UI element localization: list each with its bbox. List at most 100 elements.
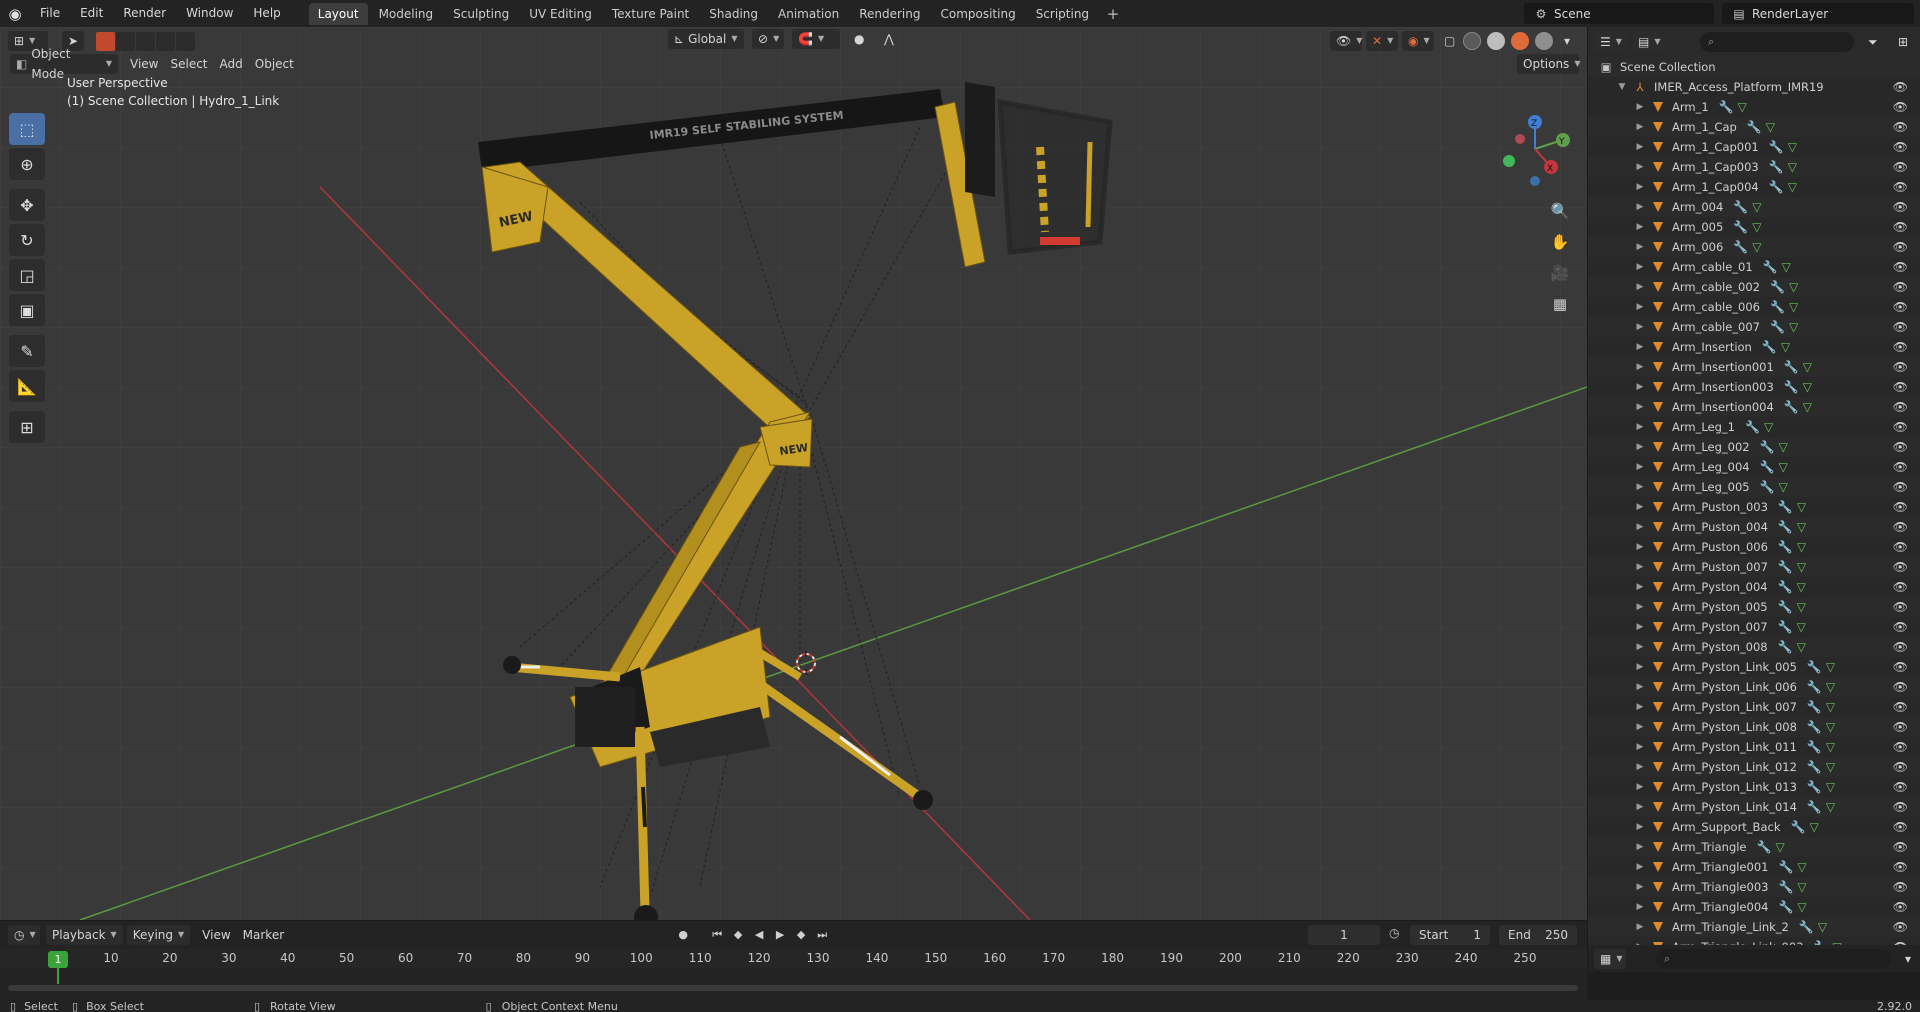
modifier-wrench-icon[interactable]: 🔧 [1807,680,1822,694]
modifier-wrench-icon[interactable]: 🔧 [1778,580,1793,594]
view-layer-selector[interactable]: ▤ RenderLayer [1722,3,1914,24]
mesh-data-icon[interactable]: ▽ [1826,800,1835,814]
modifier-wrench-icon[interactable]: 🔧 [1778,880,1793,894]
outliner-item[interactable]: ▶ Arm_Triangle001 🔧 ▽ 👁 [1588,857,1920,877]
modifier-wrench-icon[interactable]: 🔧 [1762,340,1777,354]
mesh-data-icon[interactable]: ▽ [1803,360,1812,374]
visibility-eye-icon[interactable]: 👁 [1893,400,1908,414]
frame-ruler[interactable]: 1102030405060708090100110120130140150160… [0,949,1587,984]
rotate-tool-icon[interactable]: ↻ [9,224,45,256]
modifier-wrench-icon[interactable]: 🔧 [1807,720,1822,734]
outliner-item[interactable]: ▶ Arm_Puston_004 🔧 ▽ 👁 [1588,517,1920,537]
visibility-eye-icon[interactable]: 👁 [1893,820,1908,834]
expand-icon[interactable]: ▶ [1634,782,1646,792]
visibility-eye-icon[interactable]: 👁 [1893,180,1908,194]
transform-tool-icon[interactable]: ▣ [9,294,45,326]
modifier-wrench-icon[interactable]: 🔧 [1799,920,1814,934]
visibility-eye-icon[interactable]: 👁 [1893,480,1908,494]
add-cube-tool-icon[interactable]: ⊞ [9,411,45,443]
tab-texture-paint[interactable]: Texture Paint [603,3,698,25]
expand-icon[interactable]: ▶ [1634,422,1646,432]
modifier-wrench-icon[interactable]: 🔧 [1778,500,1793,514]
mesh-data-icon[interactable]: ▽ [1752,240,1761,254]
modifier-wrench-icon[interactable]: 🔧 [1784,380,1799,394]
expand-icon[interactable]: ▶ [1634,102,1646,112]
visibility-eye-icon[interactable]: 👁 [1893,160,1908,174]
outliner-item[interactable]: ▶ Arm_Puston_007 🔧 ▽ 👁 [1588,557,1920,577]
visibility-eye-icon[interactable]: 👁 [1893,880,1908,894]
outliner-item[interactable]: ▶ Arm_cable_01 🔧 ▽ 👁 [1588,257,1920,277]
visibility-eye-icon[interactable]: 👁 [1893,600,1908,614]
expand-icon[interactable]: ▶ [1634,362,1646,372]
visibility-eye-icon[interactable]: 👁 [1893,840,1908,854]
mesh-data-icon[interactable]: ▽ [1775,840,1784,854]
modifier-wrench-icon[interactable]: 🔧 [1778,540,1793,554]
mesh-data-icon[interactable]: ▽ [1781,340,1790,354]
visibility-eye-icon[interactable]: 👁 [1893,280,1908,294]
mesh-data-icon[interactable]: ▽ [1788,160,1797,174]
mesh-data-icon[interactable]: ▽ [1797,860,1806,874]
expand-icon[interactable]: ▶ [1634,142,1646,152]
tab-layout[interactable]: Layout [308,2,368,25]
outliner-item[interactable]: ▶ Arm_Triangle003 🔧 ▽ 👁 [1588,877,1920,897]
modifier-wrench-icon[interactable]: 🔧 [1807,760,1822,774]
blender-logo-icon[interactable]: ◉ [0,0,30,27]
modifier-wrench-icon[interactable]: 🔧 [1807,700,1822,714]
visibility-eye-icon[interactable]: 👁 [1893,700,1908,714]
expand-icon[interactable]: ▶ [1634,662,1646,672]
gizmo-toggle-icon[interactable]: ✕ ▼ [1366,31,1398,51]
mesh-data-icon[interactable]: ▽ [1797,900,1806,914]
expand-icon[interactable]: ▶ [1634,222,1646,232]
mesh-data-icon[interactable]: ▽ [1826,760,1835,774]
modifier-wrench-icon[interactable]: 🔧 [1778,560,1793,574]
outliner-item[interactable]: ▶ Arm_Puston_006 🔧 ▽ 👁 [1588,537,1920,557]
mesh-data-icon[interactable]: ▽ [1826,740,1835,754]
outliner-item[interactable]: ▶ Arm_Support_Back 🔧 ▽ 👁 [1588,817,1920,837]
modifier-wrench-icon[interactable]: 🔧 [1760,460,1775,474]
mesh-data-icon[interactable]: ▽ [1797,540,1806,554]
add-workspace-icon[interactable]: + [1104,5,1122,23]
outliner-item[interactable]: ▶ Arm_Pyston_Link_007 🔧 ▽ 👁 [1588,697,1920,717]
visibility-eye-icon[interactable]: 👁 [1893,620,1908,634]
mesh-data-icon[interactable]: ▽ [1826,780,1835,794]
outliner-editor-icon[interactable]: ☰ ▼ [1594,32,1626,52]
mesh-data-icon[interactable]: ▽ [1764,420,1773,434]
visibility-eye-icon[interactable]: 👁 [1893,680,1908,694]
outliner-item[interactable]: ▶ Arm_Puston_003 🔧 ▽ 👁 [1588,497,1920,517]
expand-icon[interactable]: ▶ [1634,122,1646,132]
tab-modeling[interactable]: Modeling [370,3,443,25]
select-extend-icon[interactable] [116,31,135,51]
mesh-data-icon[interactable]: ▽ [1738,100,1747,114]
mesh-data-icon[interactable]: ▽ [1826,720,1835,734]
playback-menu[interactable]: Playback ▼ [46,925,123,945]
mesh-data-icon[interactable]: ▽ [1826,660,1835,674]
outliner-item[interactable]: ▶ Arm_1_Cap004 🔧 ▽ 👁 [1588,177,1920,197]
select-box-tool-icon[interactable]: ⬚ [9,113,45,145]
add-menu[interactable]: Add [214,54,249,74]
modifier-wrench-icon[interactable]: 🔧 [1769,140,1784,154]
expand-icon[interactable]: ▶ [1634,202,1646,212]
mesh-data-icon[interactable]: ▽ [1797,640,1806,654]
modifier-wrench-icon[interactable]: 🔧 [1807,800,1822,814]
shading-options-icon[interactable]: ▾ [1558,31,1574,51]
expand-icon[interactable]: ▶ [1634,522,1646,532]
expand-icon[interactable]: ▶ [1634,582,1646,592]
modifier-wrench-icon[interactable]: 🔧 [1778,900,1793,914]
mesh-data-icon[interactable]: ▽ [1789,300,1798,314]
outliner-item[interactable]: ▶ Arm_Pyston_Link_013 🔧 ▽ 👁 [1588,777,1920,797]
modifier-wrench-icon[interactable]: 🔧 [1807,740,1822,754]
visibility-eye-icon[interactable]: 👁 [1893,260,1908,274]
mesh-data-icon[interactable]: ▽ [1779,460,1788,474]
visibility-eye-icon[interactable]: 👁 [1893,200,1908,214]
visibility-eye-icon[interactable]: 👁 [1893,380,1908,394]
expand-icon[interactable]: ▶ [1634,722,1646,732]
scene-collection-row[interactable]: ▣ Scene Collection [1588,57,1920,77]
proportional-edit-icon[interactable]: ● [848,29,870,49]
mesh-data-icon[interactable]: ▽ [1797,580,1806,594]
outliner-item[interactable]: ▶ Arm_Pyston_Link_011 🔧 ▽ 👁 [1588,737,1920,757]
modifier-wrench-icon[interactable]: 🔧 [1733,200,1748,214]
tab-sculpting[interactable]: Sculpting [444,3,518,25]
outliner-item[interactable]: ▶ Arm_Pyston_007 🔧 ▽ 👁 [1588,617,1920,637]
camera-view-icon[interactable]: 🎥 [1546,259,1574,287]
expand-icon[interactable]: ▶ [1634,642,1646,652]
